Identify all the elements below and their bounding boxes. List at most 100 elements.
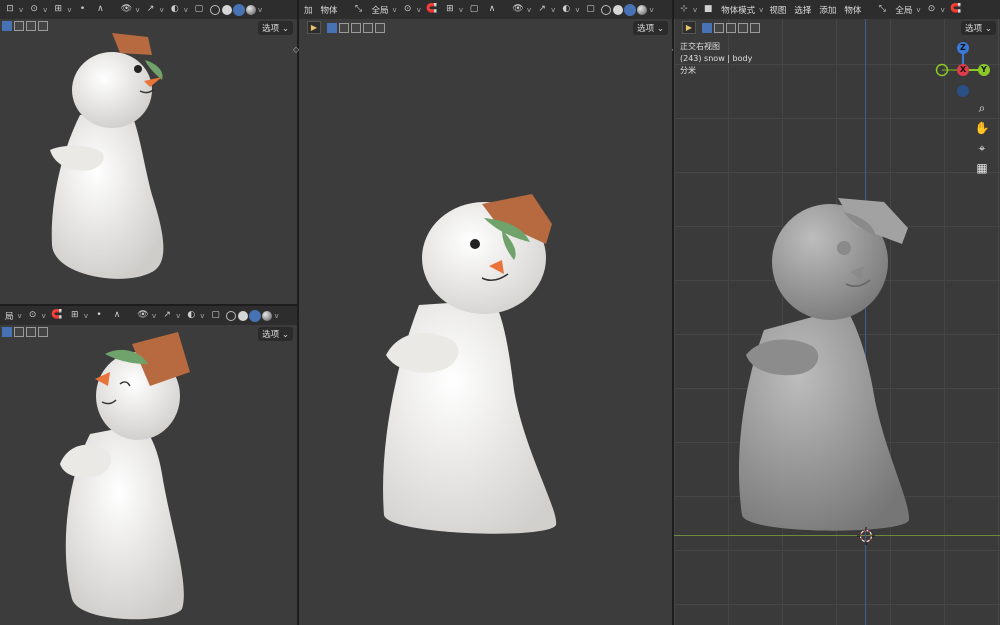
zoom-icon[interactable]: ⌕: [973, 99, 991, 117]
viewport-bottom-left[interactable]: 局v ⊙ v 🧲 ⊞ v • ∧ 👁 v ↗ v ◐ v ▢ v 选项 ⌄: [0, 306, 297, 625]
pivot-icon[interactable]: ⊙: [27, 3, 41, 17]
editor-type-icon[interactable]: ⊹: [677, 3, 691, 17]
viewport-top-left[interactable]: ⊡ v ⊙ v ⊞ v • ∧ 👁 v ↗ v ◐ v ▢ v 选项 ⌄: [0, 0, 297, 304]
xray-icon[interactable]: ▢: [583, 3, 597, 17]
pivot-icon[interactable]: ⊙: [401, 3, 415, 17]
wireframe-shading-icon[interactable]: [226, 310, 237, 321]
options-dropdown[interactable]: 选项 ⌄: [258, 21, 293, 35]
solid-shading-icon[interactable]: [613, 4, 624, 15]
transform-icon[interactable]: ⊞: [51, 3, 65, 17]
material-shading-icon[interactable]: [233, 4, 244, 15]
chevron-down-icon: v: [940, 5, 945, 14]
menu-add[interactable]: 添加: [817, 4, 838, 16]
xray-icon[interactable]: ▢: [208, 309, 222, 323]
select-intersect-icon[interactable]: [375, 22, 385, 33]
hand-pan-icon[interactable]: ✋: [973, 119, 991, 137]
pivot-icon[interactable]: ⊙: [925, 3, 939, 17]
proportional-icon[interactable]: ∧: [93, 3, 107, 17]
interaction-mode-select[interactable]: 物体模式: [719, 4, 757, 16]
viewport-header: ⊡ v ⊙ v ⊞ v • ∧ 👁 v ↗ v ◐ v ▢ v: [0, 0, 297, 19]
xray-icon[interactable]: ▢: [192, 3, 206, 17]
wireframe-shading-icon[interactable]: [601, 4, 612, 15]
transform-space-select[interactable]: 全局: [370, 4, 391, 16]
rendered-shading-icon[interactable]: [245, 4, 256, 15]
select-subtract-icon[interactable]: [726, 22, 736, 33]
chevron-down-icon: v: [575, 5, 580, 14]
eye-icon[interactable]: 👁: [119, 3, 133, 17]
options-dropdown[interactable]: 选项 ⌄: [961, 21, 996, 35]
select-extend-icon[interactable]: [14, 327, 24, 337]
solid-shading-icon[interactable]: [221, 4, 232, 15]
select-extend-icon[interactable]: [14, 21, 24, 31]
chevron-down-icon: v: [159, 5, 164, 14]
eye-icon[interactable]: 👁: [136, 309, 150, 323]
pivot-icon[interactable]: ⊙: [26, 309, 40, 323]
menu-view[interactable]: 视图: [767, 4, 788, 16]
solid-shading-icon[interactable]: [238, 310, 249, 321]
shading-modes: [209, 4, 256, 15]
material-shading-icon[interactable]: [250, 310, 261, 321]
select-new-icon[interactable]: [702, 22, 712, 33]
snap-toggle-icon[interactable]: ▢: [467, 3, 481, 17]
proportional-icon[interactable]: ∧: [485, 3, 499, 17]
overlay-icon[interactable]: ◐: [168, 3, 182, 17]
snap-toggle-icon[interactable]: •: [92, 309, 106, 323]
options-dropdown[interactable]: 选项 ⌄: [258, 327, 293, 341]
select-invert-icon[interactable]: [38, 327, 48, 337]
header-fragment: 局: [5, 311, 14, 322]
wireframe-shading-icon[interactable]: [209, 4, 220, 15]
3d-cursor-icon[interactable]: [857, 527, 875, 545]
select-new-icon[interactable]: [2, 327, 12, 337]
gizmo-icon[interactable]: ↗: [144, 3, 158, 17]
snap-icon[interactable]: •: [75, 3, 89, 17]
gizmo-icon[interactable]: ↗: [160, 309, 174, 323]
cursor-select-icon[interactable]: ▶: [307, 21, 321, 34]
chevron-down-icon: v: [916, 5, 921, 14]
menu-select[interactable]: 选择: [792, 4, 813, 16]
transform-icon[interactable]: ⊞: [68, 309, 82, 323]
transform-orientation-icon[interactable]: ⤡: [352, 3, 366, 17]
menu-object[interactable]: 物体: [842, 4, 863, 16]
snap-icon[interactable]: 🧲: [50, 309, 64, 323]
rendered-shading-icon[interactable]: [637, 4, 648, 15]
transform-icon[interactable]: ⊞: [443, 3, 457, 17]
active-object-line: (243) snow | body: [680, 54, 753, 63]
chevron-down-icon: v: [19, 5, 24, 14]
cursor-select-icon[interactable]: ▶: [682, 21, 696, 34]
viewport-right[interactable]: ⊹ v ■ 物体模式 v 视图 选择 添加 物体 ⤡ 全局 v ⊙ v 🧲 ▶ 选项 ⌄…: [674, 0, 1000, 625]
chevron-down-icon: v: [551, 5, 556, 14]
magnet-icon[interactable]: 🧲: [949, 3, 963, 17]
select-invert-icon[interactable]: [363, 22, 373, 33]
select-new-icon[interactable]: [2, 21, 12, 31]
chevron-down-icon: v: [458, 5, 464, 14]
transform-space-select[interactable]: 全局: [893, 4, 914, 16]
grid-icon[interactable]: ▦: [973, 159, 991, 177]
rendered-shading-icon[interactable]: [262, 310, 273, 321]
select-subtract-icon[interactable]: [26, 21, 36, 31]
camera-icon[interactable]: ⌖: [973, 139, 991, 157]
select-invert-icon[interactable]: [738, 22, 748, 33]
overlay-icon[interactable]: ◐: [184, 309, 198, 323]
select-new-icon[interactable]: [327, 22, 337, 33]
select-intersect-icon[interactable]: [750, 22, 760, 33]
proportional-icon[interactable]: ∧: [110, 309, 124, 323]
chevron-down-icon: v: [200, 311, 205, 320]
select-subtract-icon[interactable]: [26, 327, 36, 337]
overlay-icon[interactable]: ◐: [559, 3, 573, 17]
magnet-icon[interactable]: 🧲: [425, 3, 439, 17]
select-subtract-icon[interactable]: [351, 22, 361, 33]
select-mode-icon[interactable]: ⊡: [3, 3, 17, 17]
viewport-center[interactable]: 加 物体 ⤡ 全局 v ⊙ v 🧲 ⊞ v ▢ ∧ 👁 v ↗ v ◐ v ▢ v ▶ 选项…: [299, 0, 672, 625]
chevron-down-icon: v: [151, 311, 157, 320]
menu-add[interactable]: 加: [302, 4, 315, 16]
viewport-info: 正交右视图 (243) snow | body 分米: [680, 41, 752, 77]
menu-object[interactable]: 物体: [319, 4, 340, 16]
options-dropdown[interactable]: 选项 ⌄: [633, 21, 668, 35]
select-extend-icon[interactable]: [714, 22, 724, 33]
select-extend-icon[interactable]: [339, 22, 349, 33]
gizmo-icon[interactable]: ↗: [535, 3, 549, 17]
snowman-render: [383, 194, 557, 534]
material-shading-icon[interactable]: [625, 4, 636, 15]
eye-icon[interactable]: 👁: [511, 3, 525, 17]
transform-orientation-icon[interactable]: ⤡: [875, 3, 889, 17]
